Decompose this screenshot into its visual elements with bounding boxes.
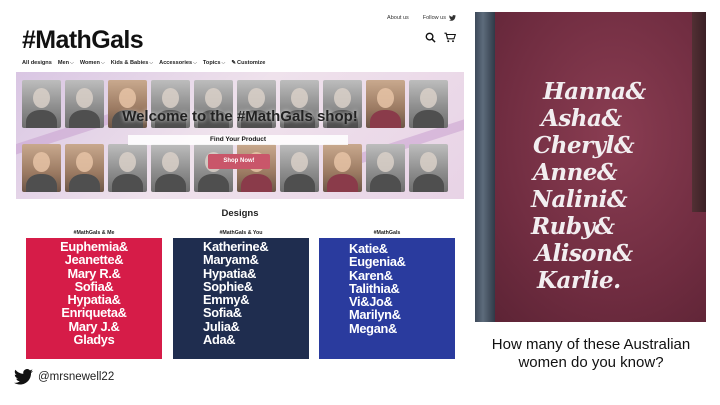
tshirt-names: Hanna& Asha& Cheryl& Anne& Nalini& Ruby&… <box>531 78 646 294</box>
nav-label: All designs <box>22 60 52 66</box>
portrait-photo <box>151 144 190 192</box>
twitter-handle: @mrsnewell22 <box>14 369 114 385</box>
hero-banner: Welcome to the #MathGals shop! Find Your… <box>16 72 464 199</box>
shirt-text-line: Mary J.& <box>68 318 120 334</box>
portrait-photo <box>22 144 61 192</box>
shirt-text-line: Marilyn& <box>349 307 401 323</box>
follow-us-label: Follow us <box>422 15 446 21</box>
product-image: Katie& Eugenia& Karen& Talithia& Vi&Jo& … <box>319 238 455 359</box>
product-title: #MathGals & Me <box>73 230 115 236</box>
product-card[interactable]: #MathGals & Me Euphemia& Jeanette& Mary … <box>26 229 162 359</box>
designs-heading: Designs <box>221 208 259 219</box>
find-product-label: Find Your Product <box>128 135 348 145</box>
shirt-text-line: Ada& <box>203 332 236 348</box>
nav-label: Men <box>57 60 70 66</box>
product-title: #MathGals & You <box>219 230 263 236</box>
chevron-down-icon: ⌵ <box>100 60 105 66</box>
product-card[interactable]: #MathGals & You Katherine& Maryam& Hypat… <box>173 229 309 359</box>
twitter-icon <box>14 369 33 385</box>
tshirt-name: Alison& <box>535 240 633 267</box>
chevron-down-icon: ⌵ <box>221 60 226 66</box>
top-links: About us Follow us <box>387 15 456 21</box>
shirt-text-line: Gladys <box>73 332 115 348</box>
shirt-text-line: Sofia& <box>74 278 114 294</box>
cart-icon[interactable] <box>444 32 456 43</box>
handle-text: @mrsnewell22 <box>38 371 115 383</box>
tshirt-name: Nalini& <box>531 186 628 213</box>
banner-title: Welcome to the #MathGals shop! <box>122 108 358 125</box>
product-card[interactable]: #MathGals Katie& Eugenia& Karen& Talithi… <box>319 229 455 359</box>
product-image: Katherine& Maryam& Hypatia& Sophie& Emmy… <box>173 238 309 359</box>
header-icons <box>425 32 456 43</box>
tshirt-photo: Hanna& Asha& Cheryl& Anne& Nalini& Ruby&… <box>475 12 706 322</box>
shirt-text-line: Jeanette& <box>64 252 124 268</box>
portrait-photo <box>65 144 104 192</box>
pencil-icon: ✎ <box>231 60 237 66</box>
shirt-text-line: Talithia& <box>349 280 400 296</box>
shop-screenshot: About us Follow us #MathGals All designs… <box>16 10 464 362</box>
chevron-down-icon: ⌵ <box>70 60 74 66</box>
shirt-text-line: Emmy& <box>203 292 250 308</box>
bookshelf-background <box>475 12 495 322</box>
portrait-photo <box>280 144 319 192</box>
nav-women[interactable]: Women ⌵ <box>80 60 105 66</box>
nav-men[interactable]: Men ⌵ <box>58 60 74 66</box>
nav-label: Women <box>79 60 100 66</box>
shirt-text-line: Karen& <box>349 267 393 283</box>
tshirt-name: Asha& <box>541 105 622 132</box>
caption-question: How many of these Australian women do yo… <box>491 336 691 371</box>
tshirt-name: Cheryl& <box>533 132 635 159</box>
nav-all-designs[interactable]: All designs <box>22 60 52 66</box>
tshirt-name: Ruby& <box>531 213 615 240</box>
shirt-text-line: Sofia& <box>203 305 242 321</box>
tshirt-name: Anne& <box>533 159 618 186</box>
portrait-photo <box>108 144 147 192</box>
shirt-text-line: Euphemia& <box>60 239 128 254</box>
search-icon[interactable] <box>425 32 436 43</box>
nav-accessories[interactable]: Accessories ⌵ <box>159 60 197 66</box>
category-nav: All designs Men ⌵ Women ⌵ Kids & Babies ⌵ A… <box>22 60 265 66</box>
twitter-icon <box>449 15 456 21</box>
shirt-text-line: Megan& <box>349 320 397 336</box>
nav-kids-babies[interactable]: Kids & Babies ⌵ <box>111 60 153 66</box>
chevron-down-icon: ⌵ <box>193 60 197 66</box>
shirt-text-line: Katherine& <box>203 239 269 254</box>
shirt-text-line: Katie& <box>349 241 388 256</box>
chevron-down-icon: ⌵ <box>149 60 154 66</box>
tshirt-name: Hanna& <box>543 78 646 105</box>
nav-label: Topics <box>202 60 221 66</box>
portrait-photo <box>409 144 448 192</box>
shirt-text-line: Eugenia& <box>349 254 406 270</box>
tshirt-name: Karlie. <box>537 267 621 294</box>
about-us-link[interactable]: About us <box>387 15 409 21</box>
shirt-text-line: Sophie& <box>203 278 253 294</box>
nav-customize[interactable]: ✎ Customize <box>231 60 265 66</box>
portrait-photo <box>323 144 362 192</box>
product-grid: #MathGals & Me Euphemia& Jeanette& Mary … <box>26 229 456 359</box>
portrait-photo <box>366 144 405 192</box>
shirt-text-line: Mary R.& <box>67 265 121 281</box>
nav-label: Customize <box>237 60 266 66</box>
shirt-text-line: Julia& <box>203 318 240 334</box>
nav-label: Accessories <box>159 60 193 66</box>
nav-topics[interactable]: Topics ⌵ <box>203 60 225 66</box>
shop-now-button[interactable]: Shop Now! <box>208 154 270 169</box>
shirt-text-line: Vi&Jo& <box>349 294 393 310</box>
shirt-text-line: Maryam& <box>203 252 259 268</box>
product-title: #MathGals <box>373 230 401 236</box>
background-shadow <box>692 12 706 212</box>
shirt-text-line: Enriqueta& <box>61 305 127 321</box>
product-image: Euphemia& Jeanette& Mary R.& Sofia& Hypa… <box>26 238 162 359</box>
follow-us-link[interactable]: Follow us <box>423 15 456 21</box>
nav-label: Kids & Babies <box>110 60 149 66</box>
site-logo[interactable]: #MathGals <box>22 26 144 55</box>
shirt-text-line: Hypatia& <box>67 292 121 308</box>
shirt-text-line: Hypatia& <box>203 265 257 281</box>
